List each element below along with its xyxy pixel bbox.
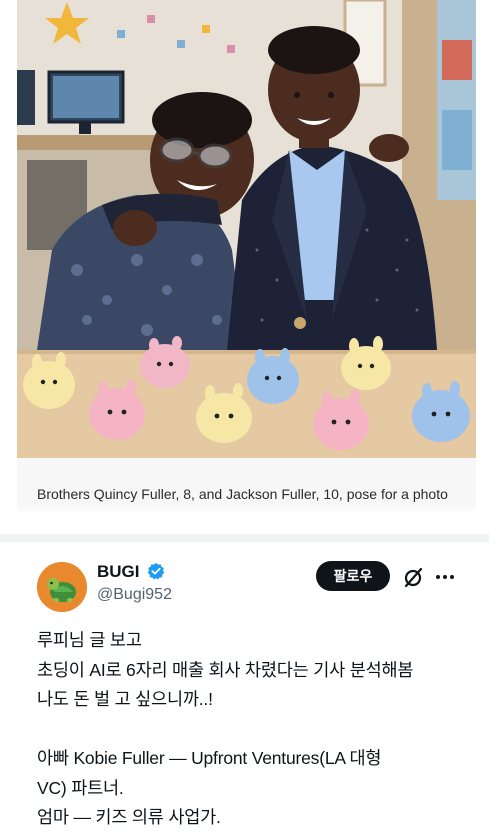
photo-caption: Brothers Quincy Fuller, 8, and Jackson F… bbox=[37, 486, 448, 502]
author-handle[interactable]: @Bugi952 bbox=[97, 586, 172, 604]
verified-badge-icon bbox=[147, 562, 165, 580]
tweet-line: 루피님 글 보고 bbox=[37, 630, 142, 650]
caption-fade bbox=[17, 504, 476, 514]
article-photo[interactable] bbox=[17, 0, 476, 458]
tweet-text: 루피님 글 보고 초딩이 AI로 6자리 매출 회사 차렸다는 기사 분석해봄 … bbox=[37, 626, 477, 833]
grok-icon[interactable] bbox=[402, 566, 424, 588]
author-display-name[interactable]: BUGI bbox=[97, 562, 140, 582]
tweet-line: VC) 파트너. bbox=[37, 777, 124, 798]
photo-illustration bbox=[17, 0, 476, 458]
tweet-line: 초딩이 AI로 6자리 매출 회사 차렸다는 기사 분석해봄 bbox=[37, 659, 414, 680]
photo-caption-box: Brothers Quincy Fuller, 8, and Jackson F… bbox=[17, 458, 476, 514]
tweet-line: 엄마 — 키즈 의류 사업가. bbox=[37, 807, 221, 827]
tweet-line: 나도 돈 벌 고 싶으니까..! bbox=[37, 689, 213, 709]
more-icon[interactable] bbox=[434, 566, 456, 588]
tweet-line: 아빠 Kobie Fuller — Upfront Ventures(LA 대형 bbox=[37, 748, 382, 768]
follow-button[interactable]: 팔로우 bbox=[316, 561, 390, 591]
section-divider bbox=[0, 534, 489, 542]
turtle-avatar-icon[interactable] bbox=[37, 562, 87, 612]
